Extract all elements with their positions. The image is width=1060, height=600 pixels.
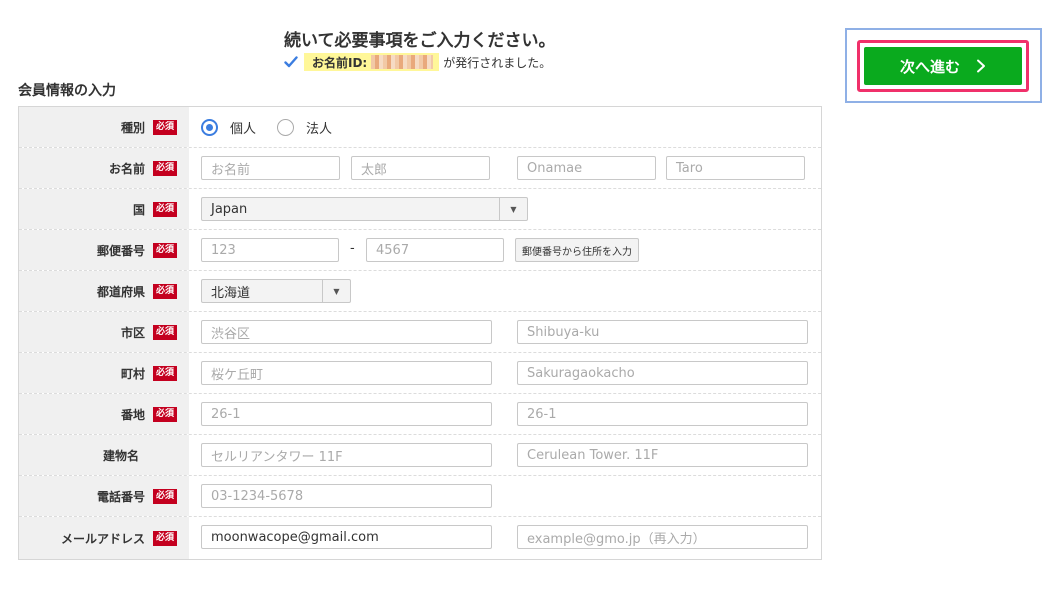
dropdown-arrow-icon[interactable]: ▼ bbox=[499, 198, 527, 220]
required-badge: 必須 bbox=[152, 201, 177, 217]
prefecture-value: 北海道 bbox=[211, 285, 251, 301]
required-badge: 必須 bbox=[152, 365, 177, 381]
first-name-romaji-field[interactable]: Taro bbox=[666, 156, 805, 180]
name-label: お名前 bbox=[108, 161, 145, 176]
required-badge: 必須 bbox=[152, 324, 177, 340]
id-issued-text: が発行されました。 bbox=[443, 55, 552, 70]
blurred-id-value bbox=[371, 55, 434, 69]
next-button-body[interactable]: 次へ進む bbox=[864, 47, 1022, 85]
email-confirm-field[interactable]: example@gmo.jp（再入力） bbox=[517, 525, 808, 549]
street-label: 番地 bbox=[120, 407, 145, 422]
city-romaji-field[interactable]: Shibuya-ku bbox=[517, 320, 808, 344]
member-info-form: 種別 必須 個人 法人 お名前 必須 お名前 太郎 Onamae Taro 国 … bbox=[18, 106, 822, 560]
phone-label: 電話番号 bbox=[96, 489, 145, 504]
postal-separator: - bbox=[350, 241, 355, 256]
last-name-romaji-field[interactable]: Onamae bbox=[517, 156, 656, 180]
required-badge: 必須 bbox=[152, 530, 177, 546]
town-romaji-field[interactable]: Sakuragaokacho bbox=[517, 361, 808, 385]
type-label: 種別 bbox=[120, 120, 145, 135]
row-prefecture: 都道府県 必須 北海道 ▼ bbox=[19, 271, 821, 312]
next-button-label: 次へ進む bbox=[899, 57, 960, 76]
required-badge: 必須 bbox=[152, 406, 177, 422]
prefecture-select[interactable]: 北海道 ▼ bbox=[201, 279, 351, 303]
radio-checked-icon[interactable] bbox=[201, 119, 218, 136]
country-label: 国 bbox=[132, 202, 145, 217]
section-title: 会員情報の入力 bbox=[18, 83, 116, 99]
street-romaji-field[interactable]: 26-1 bbox=[517, 402, 808, 426]
checkmark-icon bbox=[284, 56, 298, 68]
phone-field[interactable]: 03-1234-5678 bbox=[201, 484, 492, 508]
radio-individual[interactable]: 個人 bbox=[201, 118, 256, 137]
radio-corporate-label: 法人 bbox=[306, 122, 333, 137]
row-phone: 電話番号 必須 03-1234-5678 bbox=[19, 476, 821, 517]
postal-label: 郵便番号 bbox=[96, 243, 145, 258]
email-label: メールアドレス bbox=[60, 531, 145, 546]
row-postal: 郵便番号 必須 123 - 4567 郵便番号から住所を入力 bbox=[19, 230, 821, 271]
chevron-right-icon bbox=[977, 59, 985, 73]
prefecture-label: 都道府県 bbox=[96, 284, 145, 299]
street-field[interactable]: 26-1 bbox=[201, 402, 492, 426]
radio-individual-label: 個人 bbox=[230, 122, 257, 137]
row-email: メールアドレス 必須 moonwacope@gmail.com example@… bbox=[19, 517, 821, 559]
building-field[interactable]: セルリアンタワー 11F bbox=[201, 443, 492, 467]
postal-code-second-field[interactable]: 4567 bbox=[366, 238, 504, 262]
id-issued-notice: お名前ID: が発行されました。 bbox=[284, 53, 551, 71]
row-name: お名前 必須 お名前 太郎 Onamae Taro bbox=[19, 148, 821, 189]
required-badge: 必須 bbox=[152, 242, 177, 258]
country-select[interactable]: Japan ▼ bbox=[201, 197, 528, 221]
row-type: 種別 必須 個人 法人 bbox=[19, 107, 821, 148]
row-city: 市区 必須 渋谷区 Shibuya-ku bbox=[19, 312, 821, 353]
row-country: 国 必須 Japan ▼ bbox=[19, 189, 821, 230]
building-romaji-field[interactable]: Cerulean Tower. 11F bbox=[517, 443, 808, 467]
row-town: 町村 必須 桜ケ丘町 Sakuragaokacho bbox=[19, 353, 821, 394]
radio-corporate[interactable]: 法人 bbox=[277, 118, 332, 137]
radio-unchecked-icon[interactable] bbox=[277, 119, 294, 136]
building-label: 建物名 bbox=[102, 448, 139, 463]
email-field[interactable]: moonwacope@gmail.com bbox=[201, 525, 492, 549]
country-value: Japan bbox=[211, 201, 248, 217]
id-label: お名前ID: bbox=[312, 55, 368, 70]
required-badge: 必須 bbox=[152, 160, 177, 176]
next-button[interactable]: 次へ進む bbox=[857, 40, 1029, 92]
dropdown-arrow-icon[interactable]: ▼ bbox=[322, 280, 350, 302]
first-name-field[interactable]: 太郎 bbox=[351, 156, 490, 180]
city-field[interactable]: 渋谷区 bbox=[201, 320, 492, 344]
required-badge: 必須 bbox=[152, 488, 177, 504]
town-field[interactable]: 桜ケ丘町 bbox=[201, 361, 492, 385]
page-heading: 続いて必要事項をご入力ください。 bbox=[284, 31, 556, 51]
last-name-field[interactable]: お名前 bbox=[201, 156, 340, 180]
town-label: 町村 bbox=[120, 366, 145, 381]
city-label: 市区 bbox=[120, 325, 145, 340]
required-badge: 必須 bbox=[152, 283, 177, 299]
row-building: 建物名 セルリアンタワー 11F Cerulean Tower. 11F bbox=[19, 435, 821, 476]
postal-lookup-button[interactable]: 郵便番号から住所を入力 bbox=[515, 238, 639, 262]
required-badge: 必須 bbox=[152, 119, 177, 135]
id-highlight: お名前ID: bbox=[304, 53, 440, 71]
postal-code-first-field[interactable]: 123 bbox=[201, 238, 339, 262]
row-street: 番地 必須 26-1 26-1 bbox=[19, 394, 821, 435]
